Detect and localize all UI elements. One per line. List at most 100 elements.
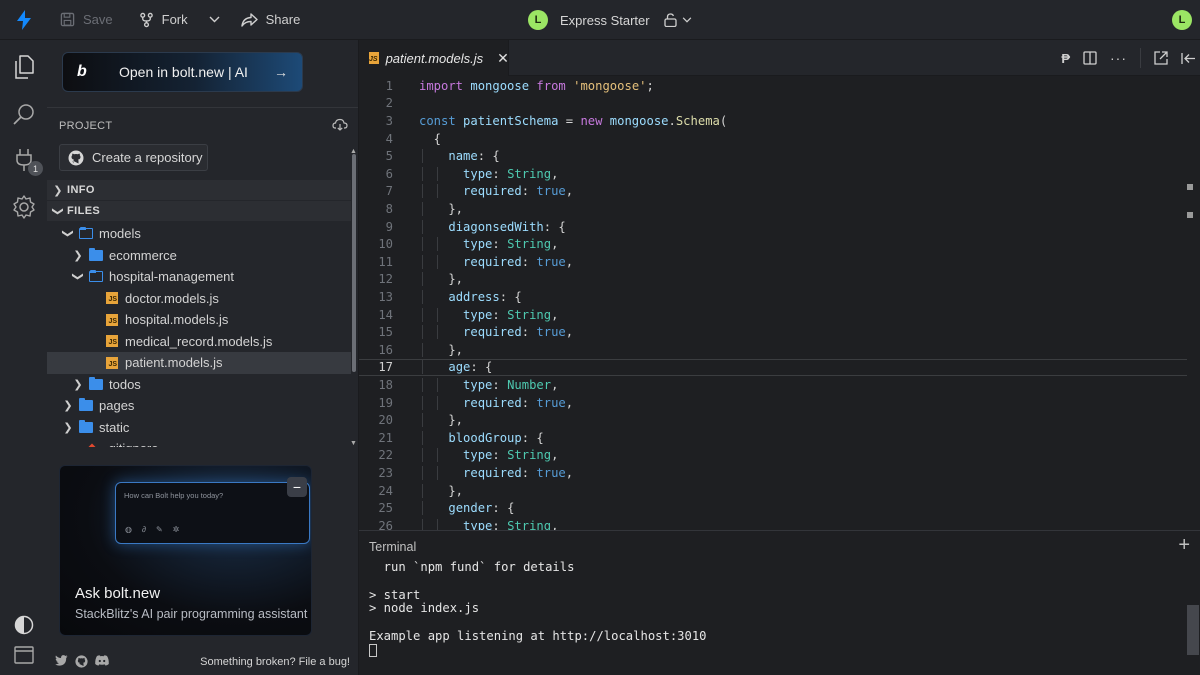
- promo-close-button[interactable]: −: [287, 477, 307, 497]
- stackblitz-logo-icon[interactable]: [0, 0, 47, 40]
- fork-options-dropdown[interactable]: [201, 0, 228, 40]
- tree-item-label: static: [99, 419, 130, 435]
- terminal-cursor-line[interactable]: [369, 643, 707, 658]
- code-line[interactable]: 25 gender: {: [359, 499, 1187, 517]
- tree-file[interactable]: .gitignore: [47, 438, 351, 447]
- sidebar-scrollbar[interactable]: [352, 148, 357, 448]
- layout-panel-icon[interactable]: [11, 642, 37, 668]
- code-line[interactable]: 2: [359, 95, 1187, 113]
- code-line[interactable]: 12 },: [359, 271, 1187, 289]
- split-editor-icon[interactable]: [1083, 51, 1097, 65]
- tree-folder[interactable]: ❯ todos: [47, 374, 351, 396]
- project-info: L Express Starter: [528, 0, 692, 40]
- terminal-line: Example app listening at http://localhos…: [369, 628, 707, 643]
- scroll-up-icon[interactable]: ▲: [350, 148, 357, 155]
- scrollbar-thumb[interactable]: [352, 154, 356, 372]
- code-line[interactable]: 18 type: Number,: [359, 376, 1187, 394]
- visibility-dropdown[interactable]: [663, 13, 692, 27]
- scroll-down-icon[interactable]: ▼: [350, 440, 357, 447]
- code-line[interactable]: 16 },: [359, 341, 1187, 359]
- chevron-down-icon: ❯: [71, 272, 84, 282]
- create-repository-button[interactable]: Create a repository: [59, 144, 208, 171]
- tree-file[interactable]: JS doctor.models.js: [47, 288, 351, 310]
- file-tree: ❯ models ❯ ecommerce ❯ hospital-management JS d…: [47, 223, 351, 447]
- code-text: gender: {: [419, 501, 514, 516]
- more-options-icon[interactable]: ···: [1110, 50, 1127, 66]
- code-line[interactable]: 19 required: true,: [359, 394, 1187, 412]
- code-line[interactable]: 6 type: String,: [359, 165, 1187, 183]
- code-line[interactable]: 15 required: true,: [359, 323, 1187, 341]
- code-line[interactable]: 14 type: String,: [359, 306, 1187, 324]
- editor-toolbar: ₱ ···: [1061, 40, 1196, 76]
- code-line[interactable]: 26 type: String,: [359, 517, 1187, 530]
- explorer-icon[interactable]: [11, 54, 37, 80]
- info-section-header[interactable]: ❯ INFO: [47, 180, 351, 200]
- fork-icon: [139, 12, 153, 27]
- sidebar: b Open in bolt.new | AI → PROJECT Create…: [47, 40, 359, 675]
- code-line[interactable]: 11 required: true,: [359, 253, 1187, 271]
- discord-icon[interactable]: [95, 655, 109, 666]
- info-section-label: INFO: [67, 184, 95, 196]
- tree-folder[interactable]: ❯ ecommerce: [47, 245, 351, 267]
- arrow-right-icon: →: [274, 64, 288, 80]
- code-line[interactable]: 8 },: [359, 200, 1187, 218]
- code-line[interactable]: 21 bloodGroup: {: [359, 429, 1187, 447]
- open-external-icon[interactable]: [1154, 51, 1168, 65]
- ask-bolt-promo[interactable]: How can Bolt help you today? ◍ ∂ ✎ ✲ − A…: [59, 465, 312, 636]
- code-line[interactable]: 20 },: [359, 411, 1187, 429]
- tree-item-label: medical_record.models.js: [125, 333, 273, 349]
- code-line[interactable]: 24 },: [359, 482, 1187, 500]
- prettier-format-icon[interactable]: ₱: [1061, 51, 1070, 66]
- share-button[interactable]: Share: [228, 0, 314, 40]
- code-line[interactable]: 4 {: [359, 130, 1187, 148]
- tree-folder[interactable]: ❯ static: [47, 417, 351, 439]
- sparkle-icon: ✲: [172, 525, 180, 534]
- theme-toggle-icon[interactable]: [11, 612, 37, 638]
- tree-folder[interactable]: ❯ hospital-management: [47, 266, 351, 288]
- gear-icon[interactable]: [11, 194, 37, 220]
- code-line[interactable]: 10 type: String,: [359, 235, 1187, 253]
- code-line[interactable]: 17 age: {: [359, 358, 1187, 377]
- tree-file[interactable]: JS hospital.models.js: [47, 309, 351, 331]
- code-line[interactable]: 1 import mongoose from 'mongoose';: [359, 77, 1187, 95]
- search-icon[interactable]: [11, 101, 37, 127]
- code-line[interactable]: 3 const patientSchema = new mongoose.Sche…: [359, 112, 1187, 130]
- indent-guide: [422, 149, 423, 164]
- tab-patient-models[interactable]: JS patient.models.js ✕: [359, 40, 509, 76]
- save-button[interactable]: Save: [47, 0, 126, 40]
- code-line[interactable]: 7 required: true,: [359, 183, 1187, 201]
- terminal-title[interactable]: Terminal: [369, 540, 416, 554]
- code-line[interactable]: 23 required: true,: [359, 464, 1187, 482]
- folder-open-icon: [79, 227, 93, 240]
- collapse-panel-icon[interactable]: [1181, 52, 1196, 65]
- tree-folder[interactable]: ❯ pages: [47, 395, 351, 417]
- terminal-line: > start: [369, 587, 421, 602]
- open-in-bolt-button[interactable]: b Open in bolt.new | AI →: [62, 52, 303, 92]
- code-line[interactable]: 9 diagonsedWith: {: [359, 218, 1187, 236]
- indent-guide: [422, 395, 423, 410]
- twitter-icon[interactable]: [55, 655, 68, 666]
- owner-avatar[interactable]: L: [528, 10, 548, 30]
- tree-file[interactable]: JS medical_record.models.js: [47, 331, 351, 353]
- report-bug-link[interactable]: Something broken? File a bug!: [200, 656, 350, 668]
- add-terminal-button[interactable]: +: [1178, 534, 1190, 557]
- files-section-header[interactable]: ❯ FILES: [47, 201, 351, 221]
- terminal-output[interactable]: run `npm fund` for details > start > node…: [369, 560, 707, 658]
- cloud-download-icon[interactable]: [332, 118, 348, 134]
- fork-button[interactable]: Fork: [126, 0, 201, 40]
- project-title[interactable]: Express Starter: [560, 13, 650, 28]
- tree-folder[interactable]: ❯ models: [47, 223, 351, 245]
- code-editor[interactable]: 1 import mongoose from 'mongoose'; 2 3 const…: [359, 76, 1200, 530]
- github-icon[interactable]: [75, 655, 88, 668]
- code-line[interactable]: 5 name: {: [359, 147, 1187, 165]
- tree-file[interactable]: JS patient.models.js: [47, 352, 351, 374]
- code-line[interactable]: 13 address: {: [359, 288, 1187, 306]
- user-avatar[interactable]: L: [1172, 10, 1192, 30]
- js-badge: JS: [106, 313, 118, 326]
- terminal-cursor: [369, 643, 377, 657]
- code-text: required: true,: [419, 465, 573, 480]
- close-icon[interactable]: ✕: [497, 50, 509, 67]
- code-line[interactable]: 22 type: String,: [359, 447, 1187, 465]
- folder-icon: [79, 419, 93, 433]
- terminal-scrollbar[interactable]: [1187, 605, 1199, 655]
